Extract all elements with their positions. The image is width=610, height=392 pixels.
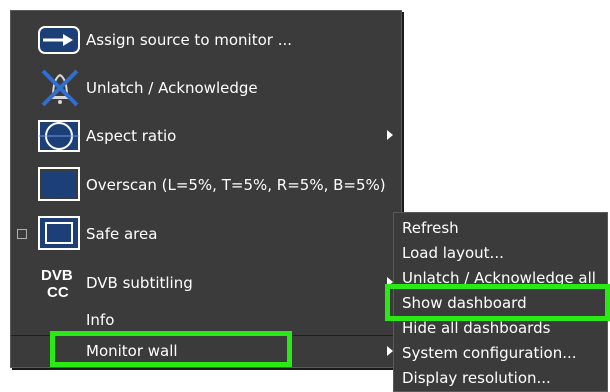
monitor-wall-highlight bbox=[50, 331, 292, 367]
menu-item-assign-source[interactable]: Assign source to monitor ... bbox=[11, 15, 401, 63]
menu-item-aspect-ratio[interactable]: Aspect ratio bbox=[11, 111, 401, 159]
menu-item-label: Overscan (L=5%, T=5%, R=5%, B=5%) bbox=[86, 176, 386, 194]
show-dashboard-highlight bbox=[385, 284, 610, 321]
menu-item-safe-area[interactable]: Safe area bbox=[11, 209, 401, 257]
menu-item-overscan[interactable]: Overscan (L=5%, T=5%, R=5%, B=5%) bbox=[11, 159, 401, 209]
menu-item-label: Info bbox=[86, 311, 115, 329]
unlatch-bell-icon bbox=[37, 67, 83, 107]
submenu-arrow-icon bbox=[387, 130, 393, 140]
aspect-ratio-icon bbox=[37, 115, 83, 155]
assign-source-icon bbox=[37, 19, 83, 59]
dvb-cc-icon: DVB CC bbox=[37, 263, 83, 303]
dvb-icon-bottom-text: CC bbox=[47, 284, 69, 301]
menu-item-dvb-subtitling[interactable]: DVB CC DVB subtitling bbox=[11, 257, 401, 307]
context-menu: Assign source to monitor ... Unlatch / A… bbox=[10, 10, 402, 368]
safe-area-checkbox[interactable] bbox=[17, 229, 27, 239]
submenu-item-refresh[interactable]: Refresh bbox=[402, 219, 459, 237]
safe-area-icon bbox=[37, 213, 83, 253]
menu-item-info[interactable]: Info bbox=[11, 307, 401, 333]
overscan-icon bbox=[37, 164, 83, 204]
menu-item-label: DVB subtitling bbox=[86, 274, 193, 292]
menu-item-label: Safe area bbox=[86, 225, 158, 243]
submenu-item-load-layout[interactable]: Load layout... bbox=[402, 244, 504, 262]
dvb-icon-top-text: DVB bbox=[41, 267, 73, 284]
menu-item-label: Aspect ratio bbox=[86, 127, 177, 145]
submenu-item-hide-all-dashboards[interactable]: Hide all dashboards bbox=[402, 319, 550, 337]
menu-item-label: Assign source to monitor ... bbox=[86, 31, 293, 49]
menu-item-unlatch[interactable]: Unlatch / Acknowledge bbox=[11, 63, 401, 111]
submenu-item-system-configuration[interactable]: System configuration... bbox=[402, 344, 577, 362]
menu-item-label: Unlatch / Acknowledge bbox=[86, 79, 258, 97]
submenu-item-display-resolution[interactable]: Display resolution... bbox=[402, 369, 551, 387]
